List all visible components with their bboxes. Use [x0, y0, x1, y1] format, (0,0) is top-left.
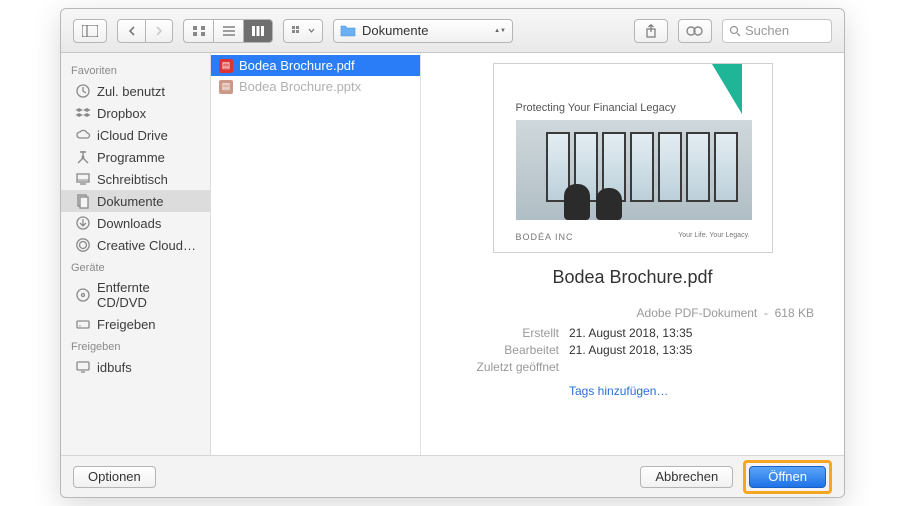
sidebar-item-label: Dropbox [97, 106, 146, 121]
sidebar-item-schreibtisch[interactable]: Schreibtisch [61, 168, 210, 190]
sidebar-item-icloud-drive[interactable]: iCloud Drive [61, 124, 210, 146]
tags-button[interactable] [678, 19, 712, 43]
chevron-down-icon [308, 28, 315, 33]
sidebar-item-freigeben[interactable]: Freigeben [61, 313, 210, 335]
meta-row: Bearbeitet 21. August 2018, 13:35 [441, 343, 824, 357]
stepper-icon: ▲▼ [494, 28, 506, 34]
share-button[interactable] [634, 19, 668, 43]
pdf-file-icon: ▤ [219, 59, 233, 73]
file-row[interactable]: ▤ Bodea Brochure.pptx [211, 76, 420, 97]
file-row[interactable]: ▤ Bodea Brochure.pdf [211, 55, 420, 76]
sidebar-item-entfernte-cd-dvd[interactable]: Entfernte CD/DVD [61, 277, 210, 313]
view-columns-button[interactable] [243, 19, 273, 43]
sidebar-item-label: Zul. benutzt [97, 84, 165, 99]
view-mode-segmented [183, 19, 273, 43]
nav-back-forward [117, 19, 173, 43]
path-label: Dokumente [362, 23, 428, 38]
sidebar-item-downloads[interactable]: Downloads [61, 212, 210, 234]
desktop-icon [75, 171, 91, 187]
cc-icon [75, 237, 91, 253]
documents-icon [75, 193, 91, 209]
display-icon [75, 359, 91, 375]
sidebar-item-dokumente[interactable]: Dokumente [61, 190, 210, 212]
open-dialog: Dokumente ▲▼ Suchen Favoriten Zul. benutz… [60, 8, 845, 498]
sidebar-item-label: Entfernte CD/DVD [97, 280, 200, 310]
forward-button[interactable] [145, 19, 173, 43]
clock-icon [75, 83, 91, 99]
sidebar-item-label: Creative Cloud… [97, 238, 196, 253]
path-popup[interactable]: Dokumente ▲▼ [333, 19, 513, 43]
sidebar-item-programme[interactable]: Programme [61, 146, 210, 168]
open-button[interactable]: Öffnen [749, 466, 826, 488]
cloud-icon [75, 127, 91, 143]
meta-row: Zuletzt geöffnet [441, 360, 824, 374]
decor-triangle [712, 64, 742, 114]
preview-pane: Protecting Your Financial Legacy BODÉA I… [421, 53, 844, 455]
apps-icon [75, 149, 91, 165]
group-by-button[interactable] [283, 19, 323, 43]
add-tags-link[interactable]: Tags hinzufügen… [441, 384, 824, 398]
meta-label: Bearbeitet [441, 343, 559, 357]
meta-value: 21. August 2018, 13:35 [569, 343, 692, 357]
downloads-icon [75, 215, 91, 231]
search-placeholder: Suchen [745, 23, 789, 38]
meta-label: Erstellt [441, 326, 559, 340]
preview-metadata: Adobe PDF-Dokument - 618 KB Erstellt 21. … [441, 306, 824, 398]
back-button[interactable] [117, 19, 145, 43]
view-icons-button[interactable] [183, 19, 213, 43]
meta-value: 21. August 2018, 13:35 [569, 326, 692, 340]
meta-row: Erstellt 21. August 2018, 13:35 [441, 326, 824, 340]
sidebar-item-label: Freigeben [97, 317, 156, 332]
meta-label: Zuletzt geöffnet [441, 360, 559, 374]
file-kind-size: Adobe PDF-Dokument - 618 KB [441, 306, 824, 320]
search-field[interactable]: Suchen [722, 19, 832, 43]
sidebar-item-label: iCloud Drive [97, 128, 168, 143]
pptx-file-icon: ▤ [219, 80, 233, 94]
sidebar-item-idbufs[interactable]: idbufs [61, 356, 210, 378]
sidebar-section-header: Freigeben [61, 335, 210, 356]
dropbox-icon [75, 105, 91, 121]
preview-thumbnail: Protecting Your Financial Legacy BODÉA I… [493, 63, 773, 253]
options-button[interactable]: Optionen [73, 466, 156, 488]
cancel-button[interactable]: Abbrechen [640, 466, 733, 488]
dialog-footer: Optionen Abbrechen Öffnen [61, 455, 844, 497]
sidebar-item-creative-cloud-[interactable]: Creative Cloud… [61, 234, 210, 256]
thumb-caption: Protecting Your Financial Legacy [516, 102, 676, 114]
sidebar-item-label: Dokumente [97, 194, 163, 209]
thumb-photo [516, 120, 752, 220]
open-button-highlight: Öffnen [743, 460, 832, 494]
toolbar: Dokumente ▲▼ Suchen [61, 9, 844, 53]
sidebar: Favoriten Zul. benutzt Dropbox iCloud Drive… [61, 53, 211, 455]
sidebar-item-label: idbufs [97, 360, 132, 375]
file-column: ▤ Bodea Brochure.pdf ▤ Bodea Brochure.pptx [211, 53, 421, 455]
search-icon [729, 25, 741, 37]
file-name: Bodea Brochure.pptx [239, 79, 361, 94]
preview-filename: Bodea Brochure.pdf [552, 267, 712, 288]
file-name: Bodea Brochure.pdf [239, 58, 355, 73]
sidebar-item-label: Downloads [97, 216, 161, 231]
sidebar-item-zul-benutzt[interactable]: Zul. benutzt [61, 80, 210, 102]
folder-icon [340, 24, 356, 37]
drive-icon [75, 316, 91, 332]
sidebar-item-dropbox[interactable]: Dropbox [61, 102, 210, 124]
view-list-button[interactable] [213, 19, 243, 43]
sidebar-item-label: Schreibtisch [97, 172, 168, 187]
sidebar-section-header: Geräte [61, 256, 210, 277]
dialog-body: Favoriten Zul. benutzt Dropbox iCloud Drive… [61, 53, 844, 455]
thumb-brand: BODÉA INC [516, 232, 574, 242]
sidebar-section-header: Favoriten [61, 59, 210, 80]
sidebar-toggle-button[interactable] [73, 19, 107, 43]
thumb-tag: Your Life. Your Legacy. [678, 232, 749, 242]
sidebar-item-label: Programme [97, 150, 165, 165]
disc-icon [75, 287, 91, 303]
